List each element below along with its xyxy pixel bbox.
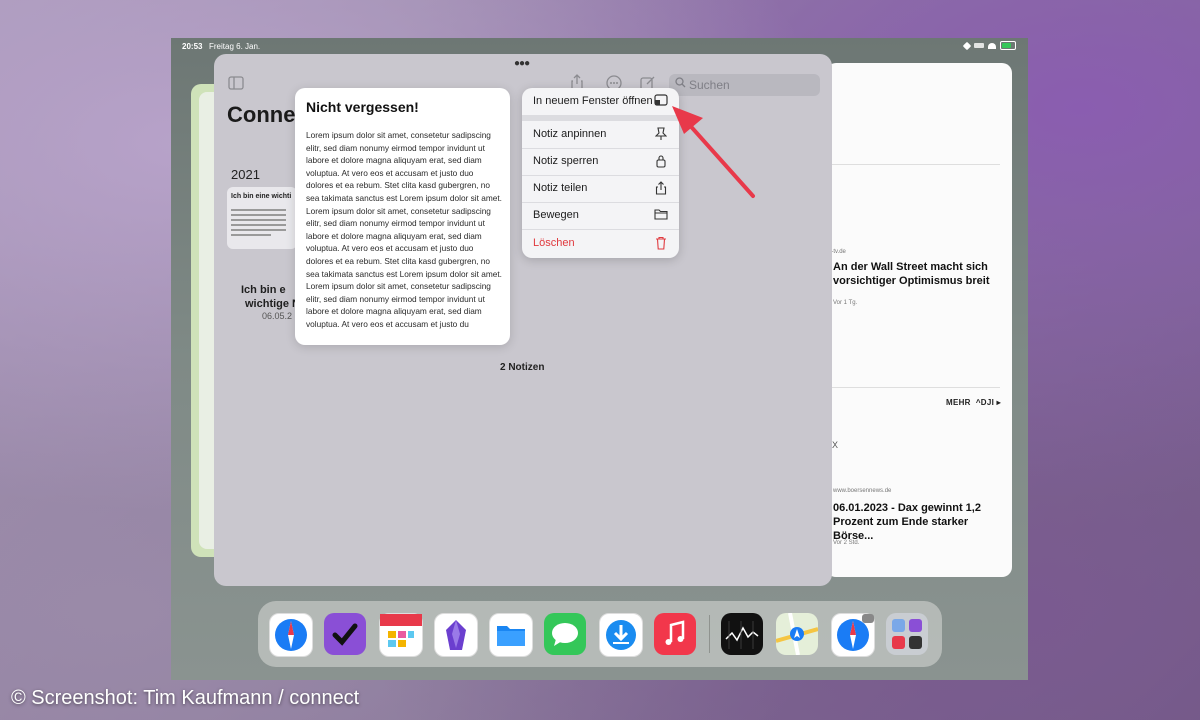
menu-item-label: Notiz sperren xyxy=(533,155,599,167)
search-input[interactable]: Suchen xyxy=(669,74,820,96)
trash-icon xyxy=(654,236,668,250)
more-link[interactable]: MEHR ^DJI ▸ xyxy=(946,398,1001,407)
window-handle-icon[interactable]: ●●● xyxy=(514,58,530,69)
stocks-app-icon[interactable] xyxy=(721,613,763,655)
note-count: 2 Notizen xyxy=(500,362,545,373)
note-body: Lorem ipsum dolor sit amet, consetetur s… xyxy=(306,130,502,329)
fantastical-app-icon[interactable] xyxy=(379,613,423,657)
ticker-label: ^DJI xyxy=(975,398,995,407)
news-source: www.boersennews.de xyxy=(833,488,892,494)
status-bar: 20:53 Freitag 6. Jan. xyxy=(171,38,1028,54)
menu-item-open-new-window[interactable]: In neuem Fenster öffnen xyxy=(522,88,679,115)
news-divider-mid xyxy=(826,387,1000,388)
thumbnail-text-line xyxy=(231,229,286,231)
thumbnail-text-line xyxy=(231,214,286,216)
thumbnail-title: Ich bin eine wichti xyxy=(231,193,292,200)
note-title: Nicht vergessen! xyxy=(306,99,419,115)
page-title: Conne xyxy=(227,102,296,127)
news-time: Vor 2 Std. xyxy=(833,540,860,546)
safari-app-icon[interactable] xyxy=(269,613,313,657)
thumbnail-date: 06.05.2 xyxy=(262,311,293,321)
thumbnail-text-line xyxy=(231,234,271,236)
status-icons xyxy=(962,41,1016,50)
music-app-icon[interactable] xyxy=(654,613,696,655)
folder-icon xyxy=(654,208,668,222)
menu-item-label: Bewegen xyxy=(533,209,579,221)
menu-item-pin[interactable]: Notiz anpinnen xyxy=(522,121,679,148)
signal-icon xyxy=(974,43,984,48)
dock xyxy=(258,601,942,667)
omnifocus-app-icon[interactable] xyxy=(324,613,366,655)
messages-app-icon[interactable] xyxy=(544,613,586,655)
news-headline[interactable]: 06.01.2023 - Dax gewinnt 1,2 Prozent zum… xyxy=(833,501,1005,543)
menu-item-delete[interactable]: Löschen xyxy=(522,230,679,257)
files-app-icon[interactable] xyxy=(489,613,533,657)
thumbnail-text-line xyxy=(231,209,286,211)
app-library-icon[interactable] xyxy=(886,613,928,655)
search-placeholder: Suchen xyxy=(689,78,730,92)
menu-item-label: Löschen xyxy=(533,237,575,249)
dock-separator xyxy=(709,615,710,653)
location-icon xyxy=(962,41,972,50)
news-time: Vor 1 Tg. xyxy=(833,300,858,306)
status-date: Freitag 6. Jan. xyxy=(209,42,261,51)
thumbnail-text-line xyxy=(231,224,286,226)
obsidian-app-icon[interactable] xyxy=(434,613,478,657)
wifi-icon xyxy=(988,42,996,49)
chevron-right-icon: ▸ xyxy=(996,398,1001,407)
new-window-icon xyxy=(654,94,668,108)
menu-item-move[interactable]: Bewegen xyxy=(522,202,679,229)
note-preview[interactable]: Nicht vergessen! Lorem ipsum dolor sit a… xyxy=(295,88,510,345)
thumbnail-caption: wichtige N xyxy=(245,298,301,310)
thumbnail-text-line xyxy=(231,219,286,221)
menu-item-label: Notiz anpinnen xyxy=(533,128,607,140)
news-headline[interactable]: An der Wall Street macht sich vorsichtig… xyxy=(833,260,1003,288)
menu-item-label: In neuem Fenster öffnen xyxy=(533,95,653,107)
thumbnail-caption: Ich bin e xyxy=(241,284,286,296)
lock-icon xyxy=(654,154,668,168)
context-menu: In neuem Fenster öffnen Notiz anpinnen N… xyxy=(522,88,679,258)
news-window[interactable]: n-tv.de An der Wall Street macht sich vo… xyxy=(826,63,1012,577)
news-divider-top xyxy=(826,164,1000,165)
share-icon xyxy=(654,181,668,195)
battery-icon xyxy=(1000,41,1016,50)
maps-app-icon[interactable] xyxy=(776,613,818,655)
image-credit: © Screenshot: Tim Kaufmann / connect xyxy=(11,687,360,709)
note-thumbnail[interactable]: Ich bin eine wichti xyxy=(227,187,297,249)
safari-app-icon-2[interactable] xyxy=(831,613,875,657)
pin-icon xyxy=(654,127,668,141)
downloader-app-icon[interactable] xyxy=(599,613,643,657)
menu-item-lock[interactable]: Notiz sperren xyxy=(522,148,679,175)
status-time: 20:53 xyxy=(182,42,203,51)
menu-item-share[interactable]: Notiz teilen xyxy=(522,175,679,202)
more-label: MEHR xyxy=(946,398,971,407)
menu-item-label: Notiz teilen xyxy=(533,182,588,194)
sidebar-toggle-icon[interactable] xyxy=(228,76,244,93)
section-year: 2021 xyxy=(231,167,260,182)
